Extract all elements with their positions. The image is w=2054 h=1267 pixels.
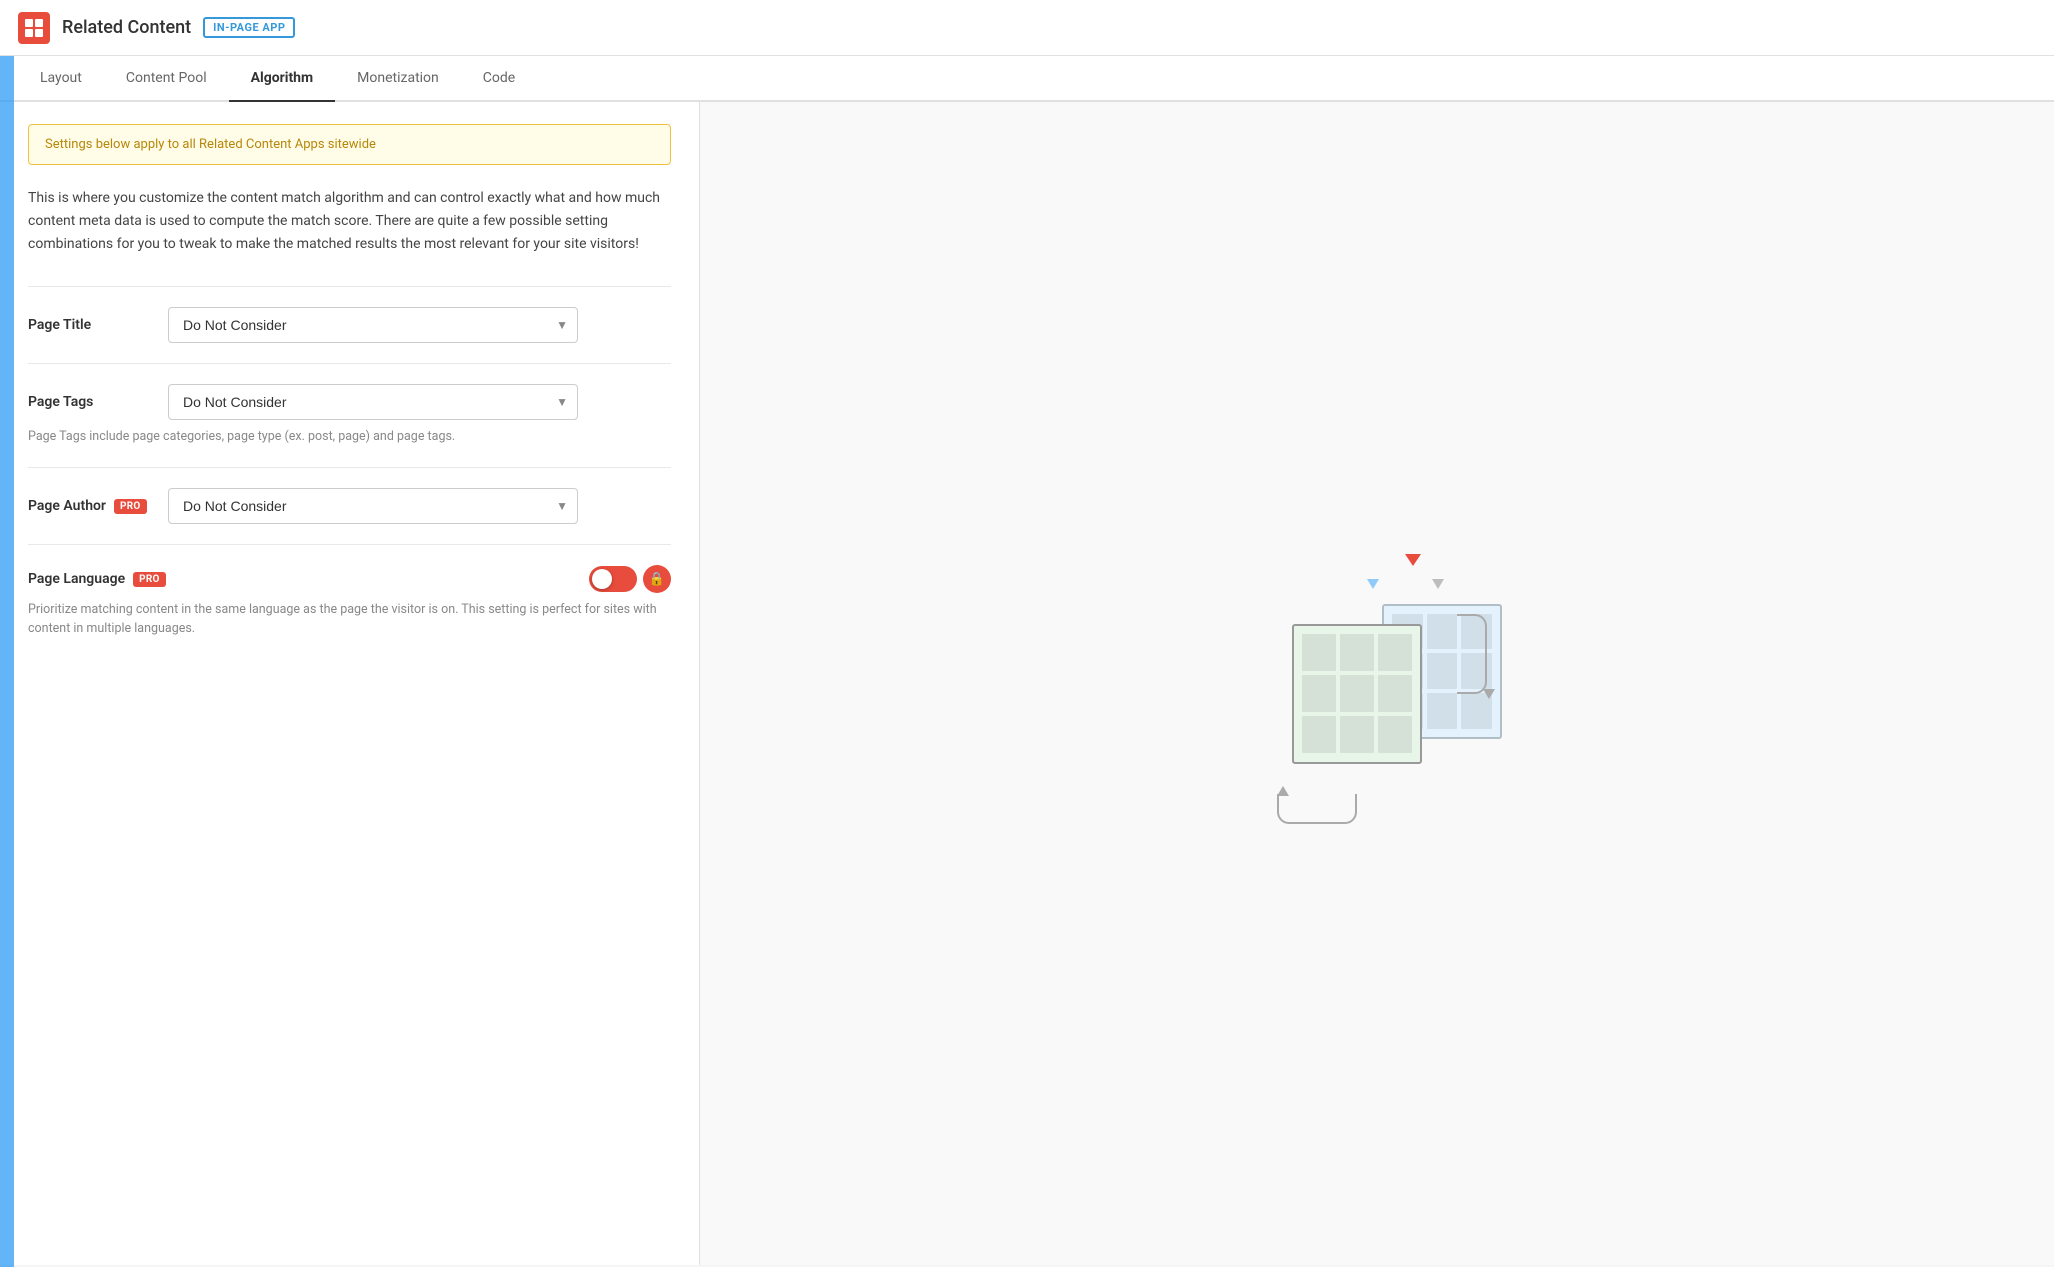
setting-row-page-title: Page Title Do Not Consider Low Medium Hi… — [28, 286, 671, 363]
app-icon — [18, 12, 50, 44]
setting-row-page-tags: Page Tags Do Not Consider Low Medium Hig… — [28, 363, 671, 467]
bottom-curved-arrow — [1277, 794, 1357, 824]
page-tags-dropdown-wrapper: Do Not Consider Low Medium High ▼ — [168, 384, 671, 420]
page-title-dropdown-wrapper: Do Not Consider Low Medium High ▼ — [168, 307, 671, 343]
top-bar: Related Content IN-PAGE APP — [0, 0, 2054, 56]
page-author-dropdown-wrapper: Do Not Consider Low Medium High ▼ — [168, 488, 671, 524]
tab-content-pool[interactable]: Content Pool — [104, 56, 229, 102]
page-author-label: Page Author PRO — [28, 498, 148, 514]
page-tags-label: Page Tags — [28, 394, 148, 410]
tab-monetization[interactable]: Monetization — [335, 56, 461, 102]
info-message: Settings below apply to all Related Cont… — [45, 137, 376, 152]
arrow-down-gray — [1432, 579, 1444, 589]
page-tags-dropdown[interactable]: Do Not Consider Low Medium High — [168, 384, 578, 420]
right-panel — [700, 102, 2054, 1265]
setting-row-page-author: Page Author PRO Do Not Consider Low Medi… — [28, 467, 671, 544]
algorithm-description: This is where you customize the content … — [28, 187, 671, 256]
arrow-down-red — [1405, 554, 1421, 566]
arrow-down-blue-left — [1367, 579, 1379, 589]
app-title: Related Content — [62, 17, 191, 38]
right-curved-arrow — [1457, 614, 1487, 694]
page-language-label: Page Language PRO — [28, 571, 166, 587]
setting-row-page-language: Page Language PRO 🔒 Prioritize matching … — [28, 544, 671, 659]
left-sidebar-stripe — [0, 56, 14, 1267]
page-language-toggle[interactable] — [589, 566, 637, 592]
info-box: Settings below apply to all Related Cont… — [28, 124, 671, 165]
left-panel: Settings below apply to all Related Cont… — [0, 102, 700, 1265]
pro-badge-language: PRO — [133, 572, 166, 587]
page-language-subtext: Prioritize matching content in the same … — [28, 601, 671, 639]
tab-layout[interactable]: Layout — [18, 56, 104, 102]
page-title-dropdown[interactable]: Do Not Consider Low Medium High — [168, 307, 578, 343]
lock-icon: 🔒 — [643, 565, 671, 593]
in-page-badge: IN-PAGE APP — [203, 17, 295, 38]
tabs-bar: Layout Content Pool Algorithm Monetizati… — [0, 56, 2054, 102]
diagram-box-green — [1292, 624, 1422, 764]
main-layout: Settings below apply to all Related Cont… — [0, 102, 2054, 1265]
page-language-toggle-wrapper[interactable]: 🔒 — [589, 565, 671, 593]
algorithm-diagram — [1237, 524, 1517, 844]
toggle-thumb — [592, 569, 612, 589]
tab-code[interactable]: Code — [461, 56, 537, 102]
tab-algorithm[interactable]: Algorithm — [229, 56, 336, 102]
pro-badge-author: PRO — [114, 499, 147, 514]
bottom-arrow-up — [1277, 786, 1289, 796]
page-tags-subtext: Page Tags include page categories, page … — [28, 428, 671, 447]
page-author-dropdown[interactable]: Do Not Consider Low Medium High — [168, 488, 578, 524]
page-title-label: Page Title — [28, 317, 148, 333]
right-arrow-down — [1483, 689, 1495, 699]
